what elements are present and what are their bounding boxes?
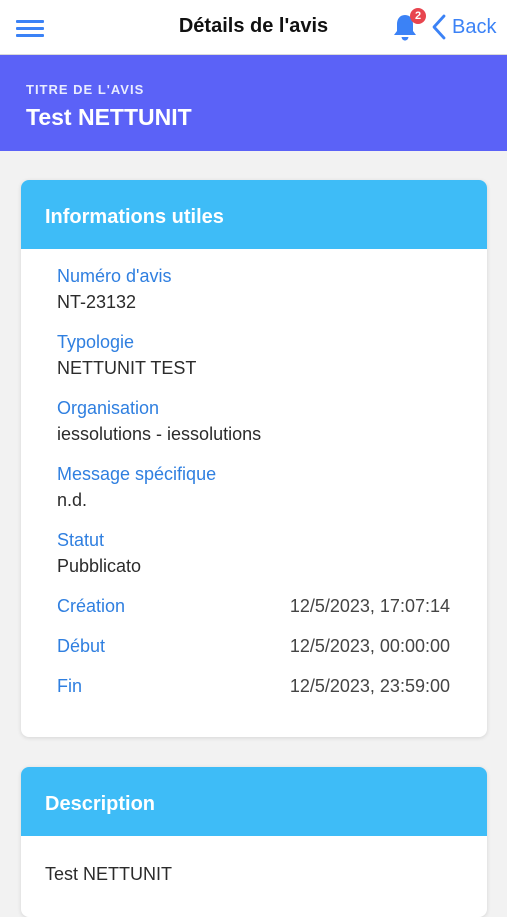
description-card-title: Description [45, 793, 156, 815]
hamburger-icon [16, 20, 44, 23]
fin-value: 12/5/2023, 23:59:00 [289, 676, 450, 696]
hamburger-icon-line-3 [16, 34, 44, 37]
page-title: Détails de l'avis [178, 15, 329, 37]
message-value: n.d. [57, 490, 88, 510]
numero-label: Numéro d'avis [57, 266, 172, 286]
creation-label: Création [57, 596, 126, 616]
description-card: Description Test NETTUNIT [21, 767, 487, 917]
hamburger-menu-button[interactable] [14, 14, 48, 42]
chevron-left-icon [432, 14, 446, 40]
description-text: Test NETTUNIT [45, 864, 173, 884]
debut-label: Début [57, 636, 106, 656]
organisation-value: iessolutions - iessolutions [57, 424, 262, 444]
typologie-value: NETTUNIT TEST [57, 358, 197, 378]
back-label: Back [452, 15, 497, 38]
description-card-header: Description [21, 767, 487, 836]
numero-value: NT-23132 [57, 292, 137, 312]
notice-title-value: Test NETTUNIT [26, 104, 192, 130]
statut-label: Statut [57, 530, 105, 550]
creation-value: 12/5/2023, 17:07:14 [289, 596, 450, 616]
organisation-label: Organisation [57, 398, 160, 418]
typologie-label: Typologie [57, 332, 135, 352]
statut-value: Pubblicato [57, 556, 142, 576]
notice-title-band: TITRE DE L'AVIS Test NETTUNIT [0, 55, 507, 151]
hamburger-icon-line-2 [16, 27, 44, 30]
fin-label: Fin [57, 676, 83, 696]
back-button[interactable]: Back [432, 12, 496, 42]
info-card-title: Informations utiles [45, 206, 224, 228]
info-card-header: Informations utiles [21, 180, 487, 249]
notice-title-label: TITRE DE L'AVIS [26, 82, 145, 97]
message-label: Message spécifique [57, 464, 217, 484]
info-card: Informations utiles Numéro d'avis NT-231… [21, 180, 487, 737]
notification-badge: 2 [410, 8, 426, 24]
notifications-button[interactable]: 2 [390, 8, 426, 44]
top-nav-bar: Détails de l'avis 2 Back [0, 0, 507, 55]
debut-value: 12/5/2023, 00:00:00 [289, 636, 450, 656]
